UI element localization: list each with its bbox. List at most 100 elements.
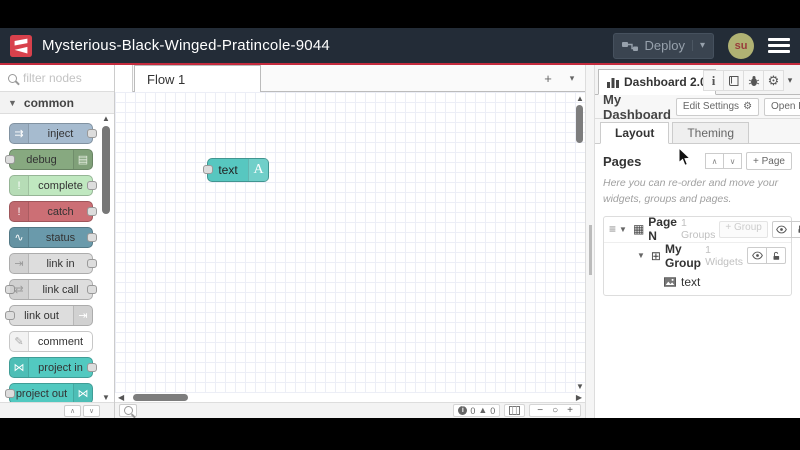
sidebar-tab-label: Dashboard 2.0 (624, 75, 707, 89)
user-avatar[interactable]: su (728, 32, 754, 59)
palette-node-comment[interactable]: ✎ comment (9, 331, 93, 352)
palette-node-link-out[interactable]: ⇥ link out (5, 305, 93, 326)
edit-settings-button[interactable]: Edit Settings ⚙ (675, 97, 760, 116)
vscroll-thumb[interactable] (576, 105, 583, 143)
open-dashboard-button[interactable]: Open Dashboard (764, 97, 800, 116)
info-count: 0 (470, 405, 476, 416)
palette-node-catch[interactable]: ! catch (9, 201, 97, 222)
collapse-all-button[interactable]: ∧ (64, 404, 81, 417)
palette-category-common[interactable]: ▼ common (0, 92, 114, 114)
expand-all-button[interactable]: ∨ (83, 404, 100, 417)
deploy-icon (621, 41, 638, 51)
scroll-up-icon[interactable]: ▲ (101, 114, 111, 123)
info-icon: i (711, 72, 716, 88)
palette-search[interactable]: filter nodes (0, 65, 114, 92)
tab-info[interactable]: i (703, 70, 724, 91)
chevron-down-icon[interactable]: ▼ (637, 251, 645, 260)
palette-scrollbar[interactable]: ▲ ▼ (101, 114, 111, 402)
chevron-down-icon[interactable]: ▼ (619, 225, 627, 234)
dashboard-subtabs: Layout Theming (595, 119, 800, 144)
tab-layout[interactable]: Layout (600, 122, 670, 144)
palette-node-inject[interactable]: ⇉ inject (9, 123, 97, 144)
tree-row-widget[interactable]: text (604, 269, 791, 295)
eye-icon (751, 251, 763, 260)
canvas-node[interactable]: text A (203, 158, 269, 182)
palette-scroll-thumb[interactable] (102, 126, 110, 214)
image-icon (664, 276, 676, 287)
tab-config[interactable]: ⚙ (763, 70, 784, 91)
palette-node-label: debug (26, 153, 57, 166)
page-name: Page N (648, 215, 677, 243)
pages-panel: Pages ∧ ∨ + Page Here you can re-order a… (595, 144, 800, 418)
node-red-logo-icon (10, 34, 32, 57)
hscroll-thumb[interactable] (133, 394, 188, 401)
link-out-icon: ⇥ (73, 306, 92, 325)
unlock-icon (773, 251, 780, 260)
move-down-button[interactable]: ∨ (723, 153, 743, 169)
navigator-toggle-button[interactable] (504, 404, 526, 417)
zoom-in-button[interactable]: + (564, 405, 576, 416)
letterbox-top (0, 0, 800, 28)
add-group-button[interactable]: + Group (719, 220, 768, 238)
palette-node-project-out[interactable]: ⋈ project out (5, 383, 93, 402)
dashboard-title: My Dashboard (603, 91, 671, 122)
palette-node-status[interactable]: ∿ status (9, 227, 97, 248)
tab-theming[interactable]: Theming (672, 122, 750, 144)
sidebar-splitter[interactable] (585, 65, 595, 418)
search-icon (8, 73, 17, 83)
scroll-left-icon[interactable]: ◀ (118, 393, 124, 402)
canvas-search-button[interactable] (119, 404, 137, 417)
palette-node-debug[interactable]: ▤ debug (5, 149, 93, 170)
node-red-app: Mysterious-Black-Winged-Pratincole-9044 … (0, 0, 800, 450)
canvas-vertical-scrollbar[interactable]: ▲ ▼ (574, 92, 585, 393)
deploy-button[interactable]: Deploy ▾ (612, 32, 714, 59)
canvas-horizontal-scrollbar[interactable]: ◀ ▶ (115, 393, 585, 402)
sidebar-more-caret[interactable]: ▾ (783, 70, 797, 91)
move-up-button[interactable]: ∧ (705, 153, 725, 169)
map-icon (509, 406, 521, 415)
widget-name: text (681, 274, 701, 289)
tree-row-group[interactable]: ▼ ⊞ My Group 1 Widgets (604, 242, 791, 270)
mouse-cursor (678, 147, 691, 166)
flow-tab-label: Flow 1 (147, 71, 186, 87)
open-dashboard-label: Open Dashboard (771, 101, 800, 112)
node-output-port (87, 129, 97, 138)
add-flow-button[interactable]: + (539, 71, 557, 86)
tab-flow-1[interactable]: Flow 1 (134, 65, 261, 92)
tab-help[interactable] (723, 70, 744, 91)
palette-node-link-in[interactable]: ⇥ link in (9, 253, 97, 274)
flow-list-caret[interactable]: ▾ (563, 73, 581, 84)
pages-description: Here you can re-order and move your widg… (603, 177, 779, 205)
tab-debug[interactable] (743, 70, 764, 91)
main-menu-button[interactable] (768, 38, 790, 53)
complete-icon: ! (10, 176, 29, 195)
scroll-right-icon[interactable]: ▶ (576, 393, 582, 402)
link-call-icon: ⇄ (10, 280, 29, 299)
splitter-grip[interactable] (589, 225, 592, 275)
zoom-reset-button[interactable]: ○ (549, 405, 561, 416)
palette-node-link-call[interactable]: ⇄ link call (5, 279, 97, 300)
palette-node-project-in[interactable]: ⋈ project in (9, 357, 97, 378)
palette-category-label: common (23, 95, 74, 110)
scroll-down-icon[interactable]: ▼ (576, 382, 584, 391)
node-output-port (87, 285, 97, 294)
scroll-down-icon[interactable]: ▼ (101, 393, 111, 402)
group-visibility-button[interactable] (747, 247, 767, 264)
deploy-options-caret[interactable]: ▾ (691, 40, 705, 51)
palette-node-complete[interactable]: ! complete (9, 175, 97, 196)
scroll-up-icon[interactable]: ▲ (576, 94, 584, 103)
page-lock-button[interactable] (790, 220, 800, 238)
node-output-port (87, 181, 97, 190)
drag-handle-icon[interactable]: ≡ (609, 222, 616, 236)
canvas-footer: i 0 ▲ 0 − ○ + (115, 402, 585, 418)
palette-node-label: project in (38, 361, 83, 374)
page-visibility-button[interactable] (771, 220, 792, 238)
add-page-button[interactable]: + Page (746, 152, 792, 170)
notification-counters[interactable]: i 0 ▲ 0 (453, 404, 501, 417)
bar-chart-icon (607, 77, 619, 88)
palette-node-list: ⇉ inject ▤ debug ! complete ! catch ∿ status ⇥ link… (0, 114, 114, 402)
group-lock-button[interactable] (766, 247, 786, 264)
zoom-out-button[interactable]: − (534, 405, 546, 416)
flow-canvas[interactable]: text A (115, 92, 585, 393)
tree-row-page[interactable]: ≡ ▼ ▦ Page N 1 Groups + Group (604, 215, 800, 243)
